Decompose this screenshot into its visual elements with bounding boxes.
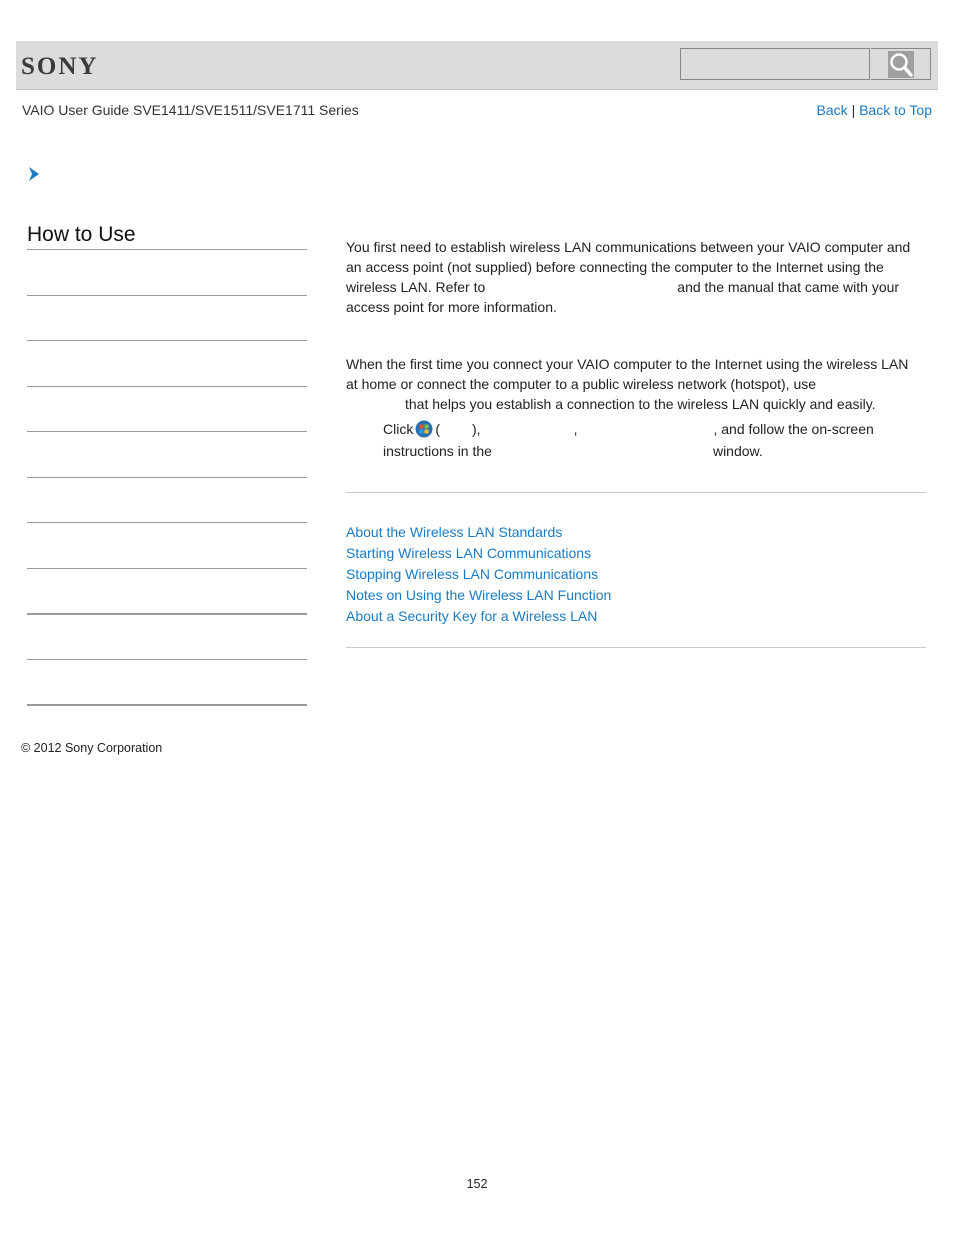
related-link[interactable]: Stopping Wireless LAN Communications — [346, 564, 611, 585]
sidebar-divider — [27, 704, 307, 706]
breadcrumb-arrow-icon[interactable] — [27, 166, 41, 187]
search-input[interactable] — [680, 48, 870, 80]
sidebar-divider — [27, 568, 307, 569]
search-icon — [888, 51, 914, 78]
text-line: access point for more information. — [346, 299, 557, 315]
sidebar-divider — [27, 386, 307, 387]
text-line: You first need to establish wireless LAN… — [346, 239, 911, 255]
text-fragment: and the manual that came with your — [677, 279, 900, 295]
intro-paragraph: You first need to establish wireless LAN… — [346, 237, 926, 317]
text-line: at home or connect the computer to a pub… — [346, 376, 817, 392]
text-line: Click (),, , and follow the on-screen — [383, 418, 923, 440]
text-fragment: window. — [712, 443, 763, 459]
text-fragment: wireless LAN. Refer to — [346, 279, 486, 295]
nav-links: Back | Back to Top — [817, 102, 932, 118]
windows-start-icon — [415, 420, 433, 438]
text-fragment: , and follow the on-screen — [713, 421, 874, 437]
back-link[interactable]: Back — [817, 102, 848, 118]
sony-logo: SONY — [21, 53, 99, 80]
sidebar-divider — [27, 249, 307, 250]
sidebar-divider — [27, 340, 307, 341]
sidebar-divider — [27, 431, 307, 432]
step-instructions: Click (),, , and follow the on-screen inst… — [383, 418, 923, 462]
nav-separator: | — [851, 102, 856, 118]
back-to-top-link[interactable]: Back to Top — [859, 102, 932, 118]
sidebar-divider — [27, 477, 307, 478]
sidebar-divider — [27, 295, 307, 296]
guide-title: VAIO User Guide SVE1411/SVE1511/SVE1711 … — [22, 102, 359, 118]
text-line: When the first time you connect your VAI… — [346, 356, 909, 372]
sidebar-divider — [27, 613, 307, 615]
search-button[interactable] — [871, 48, 931, 80]
text-fragment: ( — [435, 421, 441, 437]
text-fragment: instructions in the — [383, 443, 492, 459]
divider — [346, 492, 926, 493]
text-line: an access point (not supplied) before co… — [346, 259, 884, 275]
related-link[interactable]: About a Security Key for a Wireless LAN — [346, 606, 611, 627]
related-link[interactable]: Notes on Using the Wireless LAN Function — [346, 585, 611, 606]
text-fragment: , — [573, 421, 578, 437]
divider — [346, 647, 926, 648]
text-fragment: ), — [472, 421, 481, 437]
text-line: instructions in the window. — [383, 440, 923, 462]
header-bar: SONY — [16, 41, 938, 90]
sidebar-divider — [27, 522, 307, 523]
related-link[interactable]: About the Wireless LAN Standards — [346, 522, 611, 543]
text-line: that helps you establish a connection to… — [405, 396, 876, 412]
related-links: About the Wireless LAN Standards Startin… — [346, 522, 611, 627]
page-number: 152 — [466, 1177, 488, 1191]
hotspot-paragraph: When the first time you connect your VAI… — [346, 354, 926, 414]
text-line: wireless LAN. Refer to and the manual tha… — [346, 277, 926, 297]
copyright: © 2012 Sony Corporation — [21, 741, 163, 755]
related-link[interactable]: Starting Wireless LAN Communications — [346, 543, 611, 564]
sidebar-title: How to Use — [27, 223, 136, 246]
sidebar-divider — [27, 659, 307, 660]
text-fragment: Click — [383, 421, 414, 437]
